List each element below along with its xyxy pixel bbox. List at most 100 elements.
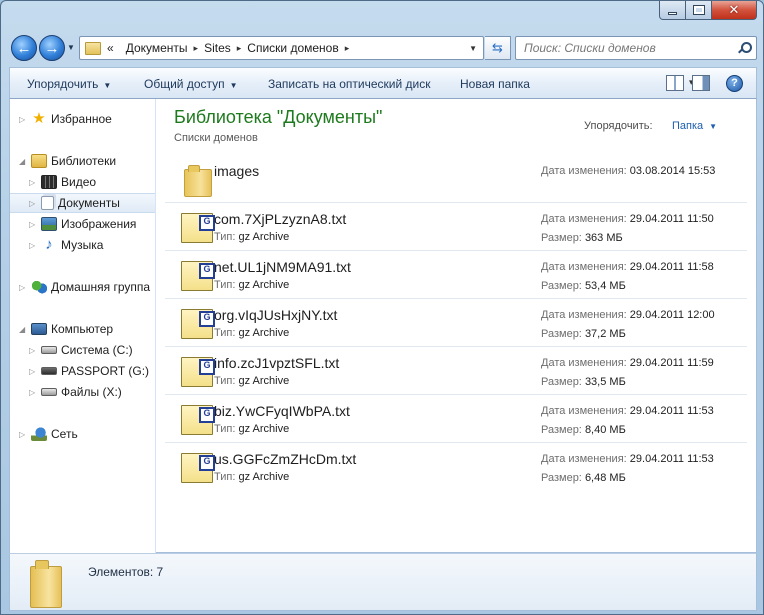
- file-row[interactable]: info.zcJ1vpztSFL.txt Тип: gz Archive Дат…: [165, 347, 747, 395]
- expand-icon[interactable]: ▷: [29, 178, 39, 187]
- breadcrumb-documents[interactable]: Документы: [126, 41, 188, 55]
- change-view-button[interactable]: [666, 75, 694, 91]
- help-button[interactable]: ?: [726, 75, 743, 92]
- size-label: Размер:: [541, 280, 582, 292]
- expand-icon[interactable]: ▷: [29, 199, 39, 208]
- nav-video-label: Видео: [61, 175, 97, 189]
- nav-homegroup[interactable]: ▷ Домашняя группа: [10, 277, 155, 297]
- file-row[interactable]: org.vIqJUsHxjNY.txt Тип: gz Archive Дата…: [165, 299, 747, 347]
- file-row[interactable]: com.7XjPLzyznA8.txt Тип: gz Archive Дата…: [165, 203, 747, 251]
- file-row[interactable]: us.GGFcZmZHcDm.txt Тип: gz Archive Дата …: [165, 443, 747, 491]
- nav-libraries[interactable]: ◢ Библиотеки: [10, 151, 155, 171]
- type-value: gz Archive: [238, 423, 290, 435]
- arrange-by-value: Папка: [672, 120, 704, 132]
- search-icon[interactable]: [738, 42, 752, 54]
- nav-computer-label: Компьютер: [51, 322, 114, 336]
- expand-icon[interactable]: ▷: [19, 283, 29, 292]
- file-size: Размер: 363 МБ: [541, 232, 623, 244]
- file-size: Размер: 53,4 МБ: [541, 280, 626, 292]
- nav-network[interactable]: ▷ Сеть: [10, 424, 155, 444]
- size-label: Размер:: [541, 472, 582, 484]
- type-label: Тип:: [214, 279, 236, 291]
- type-value: gz Archive: [238, 375, 290, 387]
- expand-icon[interactable]: ▷: [29, 388, 39, 397]
- arrange-by-label: Упорядочить:: [584, 120, 653, 132]
- breadcrumb-overflow[interactable]: «: [107, 41, 114, 55]
- expand-icon[interactable]: ▷: [29, 346, 39, 355]
- forward-button[interactable]: →: [39, 35, 65, 61]
- nav-drive-g[interactable]: ▷ PASSPORT (G:): [10, 361, 155, 381]
- new-folder-button[interactable]: Новая папка: [460, 77, 530, 91]
- nav-drive-c[interactable]: ▷ Система (C:): [10, 340, 155, 360]
- type-value: gz Archive: [238, 279, 290, 291]
- size-value: 363 МБ: [584, 232, 623, 244]
- nav-network-label: Сеть: [51, 427, 78, 441]
- gz-archive-icon: [181, 261, 215, 291]
- file-name: images: [214, 163, 260, 179]
- nav-images[interactable]: ▷ Изображения: [10, 214, 155, 234]
- share-button[interactable]: Общий доступ ▼: [144, 77, 238, 91]
- maximize-button[interactable]: [686, 1, 712, 20]
- modified-value: 29.04.2011 11:59: [629, 357, 714, 369]
- network-drive-icon: [41, 388, 57, 396]
- refresh-icon: ⇆: [492, 40, 503, 55]
- usb-drive-icon: [41, 367, 57, 375]
- expand-icon[interactable]: ▷: [29, 220, 39, 229]
- recent-pages-dropdown[interactable]: ▼: [67, 43, 75, 52]
- file-row[interactable]: images Дата изменения: 03.08.2014 15:53: [165, 155, 747, 203]
- address-bar[interactable]: « Документы ▸ Sites ▸ Списки доменов ▸ ▼: [79, 36, 484, 60]
- burn-button[interactable]: Записать на оптический диск: [268, 77, 431, 91]
- item-count: Элементов: 7: [88, 565, 164, 579]
- homegroup-icon: [31, 280, 47, 294]
- file-name: com.7XjPLzyznA8.txt: [214, 211, 347, 227]
- size-value: 8,40 МБ: [584, 424, 626, 436]
- modified-value: 29.04.2011 11:53: [629, 405, 714, 417]
- expand-icon[interactable]: ▷: [19, 115, 29, 124]
- file-name: info.zcJ1vpztSFL.txt: [214, 355, 340, 371]
- collapse-icon[interactable]: ◢: [19, 325, 29, 334]
- modified-label: Дата изменения:: [541, 309, 627, 321]
- minimize-icon: [668, 11, 677, 15]
- nav-favorites[interactable]: ▷ ★ Избранное: [10, 109, 155, 129]
- documents-icon: [41, 196, 54, 210]
- back-button[interactable]: ←: [11, 35, 37, 61]
- chevron-down-icon: ▼: [709, 122, 718, 131]
- modified-value: 03.08.2014 15:53: [629, 165, 716, 177]
- type-value: gz Archive: [238, 327, 290, 339]
- breadcrumb-domain-lists[interactable]: Списки доменов: [247, 41, 338, 55]
- close-button[interactable]: ✕: [712, 1, 757, 20]
- file-modified: Дата изменения: 03.08.2014 15:53: [541, 165, 715, 177]
- refresh-button[interactable]: ⇆: [485, 36, 511, 60]
- expand-icon[interactable]: ▷: [29, 367, 39, 376]
- minimize-button[interactable]: [659, 1, 686, 20]
- file-row[interactable]: net.UL1jNM9MA91.txt Тип: gz Archive Дата…: [165, 251, 747, 299]
- chevron-right-icon[interactable]: ▸: [237, 43, 242, 54]
- breadcrumb-sites[interactable]: Sites: [204, 41, 231, 55]
- collapse-icon[interactable]: ◢: [19, 157, 29, 166]
- size-label: Размер:: [541, 424, 582, 436]
- expand-icon[interactable]: ▷: [29, 241, 39, 250]
- new-folder-label: Новая папка: [460, 77, 530, 91]
- search-input[interactable]: [524, 38, 734, 58]
- nav-computer[interactable]: ◢ Компьютер: [10, 319, 155, 339]
- gz-archive-icon: [181, 309, 215, 339]
- expand-icon[interactable]: ▷: [19, 430, 29, 439]
- nav-music[interactable]: ▷ ♪ Музыка: [10, 235, 155, 255]
- nav-documents[interactable]: ▷ Документы: [10, 193, 155, 213]
- chevron-right-icon[interactable]: ▸: [194, 43, 199, 54]
- size-value: 37,2 МБ: [584, 328, 626, 340]
- libraries-icon: [31, 154, 47, 168]
- nav-video[interactable]: ▷ Видео: [10, 172, 155, 192]
- file-row[interactable]: biz.YwCFyqIWbPA.txt Тип: gz Archive Дата…: [165, 395, 747, 443]
- preview-pane-button[interactable]: [692, 75, 710, 91]
- search-box[interactable]: [515, 36, 757, 60]
- file-name: biz.YwCFyqIWbPA.txt: [214, 403, 350, 419]
- file-modified: Дата изменения: 29.04.2011 12:00: [541, 309, 715, 321]
- nav-drive-x[interactable]: ▷ Файлы (X:): [10, 382, 155, 402]
- organize-button[interactable]: Упорядочить ▼: [27, 77, 111, 91]
- chevron-right-icon[interactable]: ▸: [345, 43, 350, 54]
- command-bar: Упорядочить ▼ Общий доступ ▼ Записать на о…: [9, 67, 757, 99]
- arrange-by-dropdown[interactable]: Папка ▼: [672, 120, 717, 132]
- file-modified: Дата изменения: 29.04.2011 11:59: [541, 357, 714, 369]
- address-history-dropdown[interactable]: ▼: [469, 44, 477, 53]
